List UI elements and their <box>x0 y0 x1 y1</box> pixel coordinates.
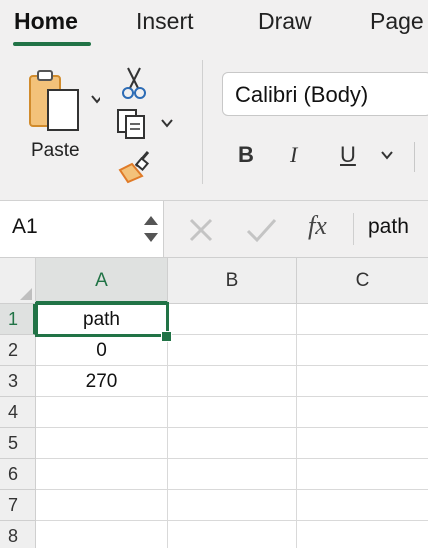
cell-c2[interactable] <box>297 335 428 366</box>
row-header-6[interactable]: 6 <box>0 459 36 490</box>
cell-a6[interactable] <box>36 459 168 490</box>
cell-c3[interactable] <box>297 366 428 397</box>
paste-button[interactable]: Paste <box>20 66 110 170</box>
fill-handle[interactable] <box>161 331 172 342</box>
ribbon-divider <box>202 60 203 184</box>
format-divider <box>414 142 415 172</box>
cell-a2[interactable]: 0 <box>36 335 168 366</box>
paste-label: Paste <box>31 140 80 161</box>
cell-b5[interactable] <box>168 428 297 459</box>
cell-b8[interactable] <box>168 521 297 548</box>
clipboard-paste-icon <box>29 70 100 131</box>
formula-separator <box>353 213 354 245</box>
formula-bar: A1 fx path <box>0 201 428 258</box>
name-box-stepper-icon[interactable] <box>140 207 162 251</box>
ribbon: Home Insert Draw Page Paste Calibri (Bod… <box>0 0 428 201</box>
cell-b1[interactable] <box>168 304 297 335</box>
chevron-down-icon[interactable] <box>380 148 394 162</box>
insert-function-button[interactable]: fx <box>308 211 327 241</box>
bold-button[interactable]: B <box>238 142 254 168</box>
format-painter-icon[interactable] <box>116 148 154 186</box>
name-box[interactable]: A1 <box>0 201 164 257</box>
worksheet-grid: A B C 1 2 3 4 5 6 7 8 path 0 270 <box>0 258 428 548</box>
cell-c1[interactable] <box>297 304 428 335</box>
cell-a8[interactable] <box>36 521 168 548</box>
cell-a3[interactable]: 270 <box>36 366 168 397</box>
row-header-1[interactable]: 1 <box>0 304 36 335</box>
cell-a1[interactable]: path <box>36 304 168 335</box>
cell-c7[interactable] <box>297 490 428 521</box>
row-header-2[interactable]: 2 <box>0 335 36 366</box>
cell-b7[interactable] <box>168 490 297 521</box>
row-header-5[interactable]: 5 <box>0 428 36 459</box>
cell-a5[interactable] <box>36 428 168 459</box>
cell-c6[interactable] <box>297 459 428 490</box>
tab-insert[interactable]: Insert <box>136 6 194 36</box>
cell-b4[interactable] <box>168 397 297 428</box>
cell-a7[interactable] <box>36 490 168 521</box>
select-all-corner[interactable] <box>0 258 36 304</box>
italic-button[interactable]: I <box>290 142 297 168</box>
active-tab-indicator <box>13 42 91 46</box>
formula-input[interactable]: path <box>368 215 409 239</box>
cell-b6[interactable] <box>168 459 297 490</box>
cell-c4[interactable] <box>297 397 428 428</box>
name-box-value: A1 <box>12 215 38 238</box>
scissors-icon[interactable] <box>118 66 152 100</box>
cell-b2[interactable] <box>168 335 297 366</box>
tab-draw[interactable]: Draw <box>258 6 312 36</box>
row-header-3[interactable]: 3 <box>0 366 36 397</box>
tab-home[interactable]: Home <box>14 6 78 36</box>
row-header-4[interactable]: 4 <box>0 397 36 428</box>
column-header-c[interactable]: C <box>297 258 428 304</box>
tab-page-layout[interactable]: Page <box>370 6 424 36</box>
row-header-8[interactable]: 8 <box>0 521 36 548</box>
select-all-triangle-icon <box>20 288 32 300</box>
copy-icon[interactable] <box>112 108 174 140</box>
checkmark-icon[interactable] <box>244 215 278 245</box>
cell-b3[interactable] <box>168 366 297 397</box>
underline-button[interactable]: U <box>340 142 356 168</box>
column-header-b[interactable]: B <box>168 258 297 304</box>
cell-c5[interactable] <box>297 428 428 459</box>
column-header-a[interactable]: A <box>36 258 168 304</box>
font-family-dropdown[interactable]: Calibri (Body) <box>222 72 428 116</box>
cell-a4[interactable] <box>36 397 168 428</box>
row-header-7[interactable]: 7 <box>0 490 36 521</box>
cell-c8[interactable] <box>297 521 428 548</box>
font-family-value: Calibri (Body) <box>235 82 369 107</box>
cancel-icon[interactable] <box>186 215 216 245</box>
